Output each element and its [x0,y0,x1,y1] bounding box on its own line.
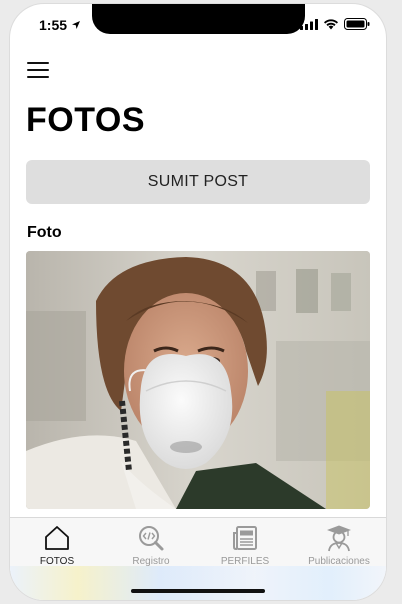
tab-fotos[interactable]: FOTOS [10,524,104,567]
photo-woman-mask [26,251,370,509]
phone-screen: 1:55 FOTOS SUMIT POST Foto FOTOS Registr… [10,4,386,600]
code-search-icon [139,526,164,551]
tab-publicaciones[interactable]: Publicaciones [292,524,386,567]
battery-icon [344,18,370,30]
menu-icon[interactable] [27,62,49,78]
time-label: 1:55 [39,17,68,33]
submit-post-button[interactable]: SUMIT POST [26,160,370,204]
cellular-signal-icon [300,18,318,30]
section-label: Foto [27,224,62,241]
home-icon [45,526,69,550]
location-arrow-icon [72,21,81,29]
tab-registro[interactable]: Registro [104,524,198,567]
wifi-icon [324,19,338,30]
graduate-icon [327,525,351,552]
newspaper-icon [233,526,257,550]
status-indicators [300,18,370,30]
status-time: 1:55 [39,17,81,33]
tab-perfiles[interactable]: PERFILES [198,524,292,567]
post-photo[interactable] [26,251,370,509]
notch [92,4,305,34]
bottom-blur-background [10,566,386,600]
home-indicator[interactable] [131,589,265,593]
page-title: FOTOS [26,101,145,139]
